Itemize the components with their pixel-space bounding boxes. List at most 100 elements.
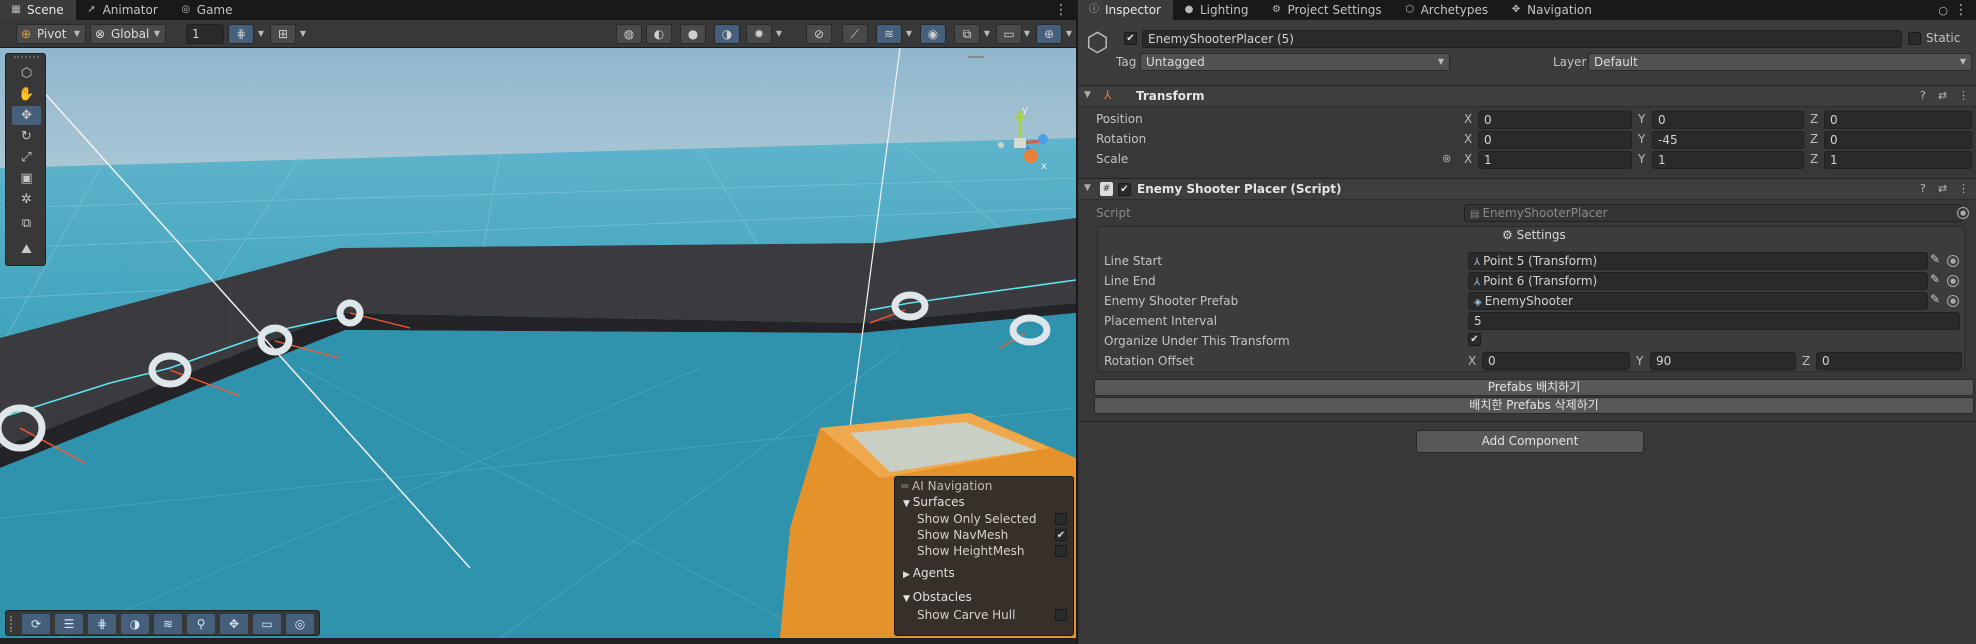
chevron-down-icon[interactable]: ▼: [980, 24, 994, 44]
chevron-down-icon[interactable]: ▼: [1062, 24, 1076, 44]
more-menu-icon[interactable]: ⋮: [1958, 89, 1969, 102]
help-icon[interactable]: ?: [1920, 182, 1926, 195]
drag-handle-icon[interactable]: [10, 616, 12, 632]
lock-icon[interactable]: ○: [1938, 4, 1948, 17]
rotate-tool-icon[interactable]: ↻: [12, 127, 41, 146]
rotation-offset-z-field[interactable]: 0: [1816, 352, 1962, 370]
object-picker-icon[interactable]: ●: [1947, 275, 1959, 287]
pencil-icon[interactable]: ✎: [1930, 272, 1940, 286]
moon-icon[interactable]: ◑: [121, 614, 149, 634]
object-name-field[interactable]: EnemyShooterPlacer (5): [1142, 30, 1902, 48]
tab-game[interactable]: ◎ Game: [170, 0, 245, 20]
rect-tool-icon[interactable]: ▣: [12, 169, 41, 188]
delete-placed-prefabs-button[interactable]: 배치한 Prefabs 삭제하기: [1094, 397, 1974, 414]
preset-icon[interactable]: ⇄: [1938, 89, 1947, 102]
position-z-field[interactable]: 0: [1824, 111, 1972, 129]
lit-icon[interactable]: ●: [680, 24, 706, 44]
shaded-icon[interactable]: ◐: [646, 24, 672, 44]
grid-snap-button[interactable]: ⋕: [228, 24, 254, 44]
rotation-offset-y-field[interactable]: 90: [1650, 352, 1796, 370]
pivot-dropdown[interactable]: ⊕ Pivot ▼: [16, 24, 86, 44]
chevron-down-icon[interactable]: ▼: [296, 24, 310, 44]
drag-handle-icon[interactable]: ═: [901, 479, 912, 493]
chevron-down-icon[interactable]: ▼: [772, 24, 786, 44]
scene-viewport[interactable]: ⬡ ✋ ✥ ↻ ⤢ ▣ ✲ ⧉ ⛰ y x ═ AI Navigation ▼ …: [0, 48, 1076, 638]
placement-interval-field[interactable]: 5: [1468, 312, 1960, 330]
show-navmesh-checkbox[interactable]: ✔: [1055, 529, 1067, 541]
agents-foldout[interactable]: ▶ Agents: [903, 566, 955, 580]
rotation-z-field[interactable]: 0: [1824, 131, 1972, 149]
add-component-button[interactable]: Add Component: [1416, 430, 1644, 453]
chevron-down-icon[interactable]: ▼: [902, 24, 916, 44]
rotation-offset-x-field[interactable]: 0: [1482, 352, 1630, 370]
space-dropdown[interactable]: ⊗ Global ▼: [90, 24, 166, 44]
script-component-header[interactable]: ▼ # ✔ Enemy Shooter Placer (Script) ? ⇄ …: [1078, 178, 1976, 200]
scale-tool-icon[interactable]: ⤢: [12, 148, 41, 167]
line-end-field[interactable]: ⅄ Point 6 (Transform): [1468, 272, 1928, 290]
surfaces-foldout[interactable]: ▼ Surfaces: [903, 495, 965, 509]
increment-snap-button[interactable]: ⊞: [270, 24, 296, 44]
tab-inspector[interactable]: ⓘ Inspector: [1078, 0, 1173, 20]
enemy-shooter-prefab-field[interactable]: ◈ EnemyShooter: [1468, 292, 1928, 310]
line-start-field[interactable]: ⅄ Point 5 (Transform): [1468, 252, 1928, 270]
static-checkbox[interactable]: [1908, 32, 1921, 45]
grid-icon[interactable]: ⋕: [88, 614, 116, 634]
scale-z-field[interactable]: 1: [1824, 151, 1972, 169]
script-enabled-checkbox[interactable]: ✔: [1118, 183, 1131, 196]
hand-tool-icon[interactable]: ✋: [12, 85, 41, 104]
position-y-field[interactable]: 0: [1652, 111, 1804, 129]
orientation-gizmo[interactable]: y x: [985, 103, 1055, 178]
more-menu-icon[interactable]: ⋮: [1954, 2, 1968, 18]
show-carve-hull-checkbox[interactable]: [1055, 609, 1067, 621]
audio-mute-icon[interactable]: ⊘: [806, 24, 832, 44]
view-cube-icon[interactable]: ⬡: [12, 64, 41, 83]
move-tool-icon[interactable]: ✥: [12, 106, 41, 125]
position-x-field[interactable]: 0: [1478, 111, 1632, 129]
refresh-icon[interactable]: ⟳: [22, 614, 50, 634]
organize-under-checkbox[interactable]: ✔: [1468, 333, 1481, 346]
tag-dropdown[interactable]: Untagged ▼: [1140, 53, 1450, 71]
transform-header[interactable]: ▼ ⅄ Transform ? ⇄ ⋮: [1078, 85, 1976, 107]
grid-size-field[interactable]: 1: [186, 24, 224, 44]
layers-icon[interactable]: ≋: [876, 24, 902, 44]
help-icon[interactable]: ?: [1920, 89, 1926, 102]
visibility-icon[interactable]: ◉: [920, 24, 946, 44]
more-menu-icon[interactable]: ⋮: [1046, 0, 1076, 20]
pencil-icon[interactable]: ✎: [1930, 252, 1940, 266]
pencil-icon[interactable]: ✎: [1930, 292, 1940, 306]
scale-y-field[interactable]: 1: [1652, 151, 1804, 169]
transform-tool-icon[interactable]: ✲: [12, 190, 41, 209]
chevron-down-icon[interactable]: ▼: [1020, 24, 1034, 44]
tab-project-settings[interactable]: ⚙ Project Settings: [1261, 0, 1394, 20]
effects-icon[interactable]: ✹: [746, 24, 772, 44]
rotation-x-field[interactable]: 0: [1478, 131, 1632, 149]
tab-scene[interactable]: ▦ Scene: [0, 0, 76, 20]
link-icon[interactable]: ⊗: [1442, 152, 1451, 165]
layers-icon[interactable]: ≋: [154, 614, 182, 634]
object-picker-icon[interactable]: ●: [1947, 255, 1959, 267]
scale-x-field[interactable]: 1: [1478, 151, 1632, 169]
navigation-tool-icon[interactable]: ⛰: [12, 240, 41, 259]
place-prefabs-button[interactable]: Prefabs 배치하기: [1094, 379, 1974, 396]
tab-navigation[interactable]: ✥ Navigation: [1500, 0, 1604, 20]
rotation-y-field[interactable]: -45: [1652, 131, 1804, 149]
layer-dropdown[interactable]: Default ▼: [1588, 53, 1972, 71]
tab-animator[interactable]: ➚ Animator: [76, 0, 170, 20]
gizmos-icon[interactable]: ⊕: [1036, 24, 1062, 44]
obstacles-foldout[interactable]: ▼ Obstacles: [903, 590, 972, 604]
camera-icon[interactable]: ▭: [996, 24, 1022, 44]
tab-lighting[interactable]: ● Lighting: [1173, 0, 1261, 20]
object-picker-icon[interactable]: ●: [1947, 295, 1959, 307]
preset-icon[interactable]: ⇄: [1938, 182, 1947, 195]
show-heightmesh-checkbox[interactable]: [1055, 545, 1067, 557]
draw-mode-icon[interactable]: ◍: [616, 24, 642, 44]
gizmo-drag-handle-icon[interactable]: [968, 56, 984, 58]
screen-icon[interactable]: ▭: [253, 614, 281, 634]
compass-icon[interactable]: ◎: [286, 614, 314, 634]
custom-tool-icon[interactable]: ⧉: [12, 214, 41, 233]
render-mode-icon[interactable]: ◑: [714, 24, 740, 44]
show-only-selected-checkbox[interactable]: [1055, 513, 1067, 525]
align-icon[interactable]: ☰: [55, 614, 83, 634]
tab-archetypes[interactable]: ⬡ Archetypes: [1394, 0, 1501, 20]
move-icon[interactable]: ✥: [220, 614, 248, 634]
